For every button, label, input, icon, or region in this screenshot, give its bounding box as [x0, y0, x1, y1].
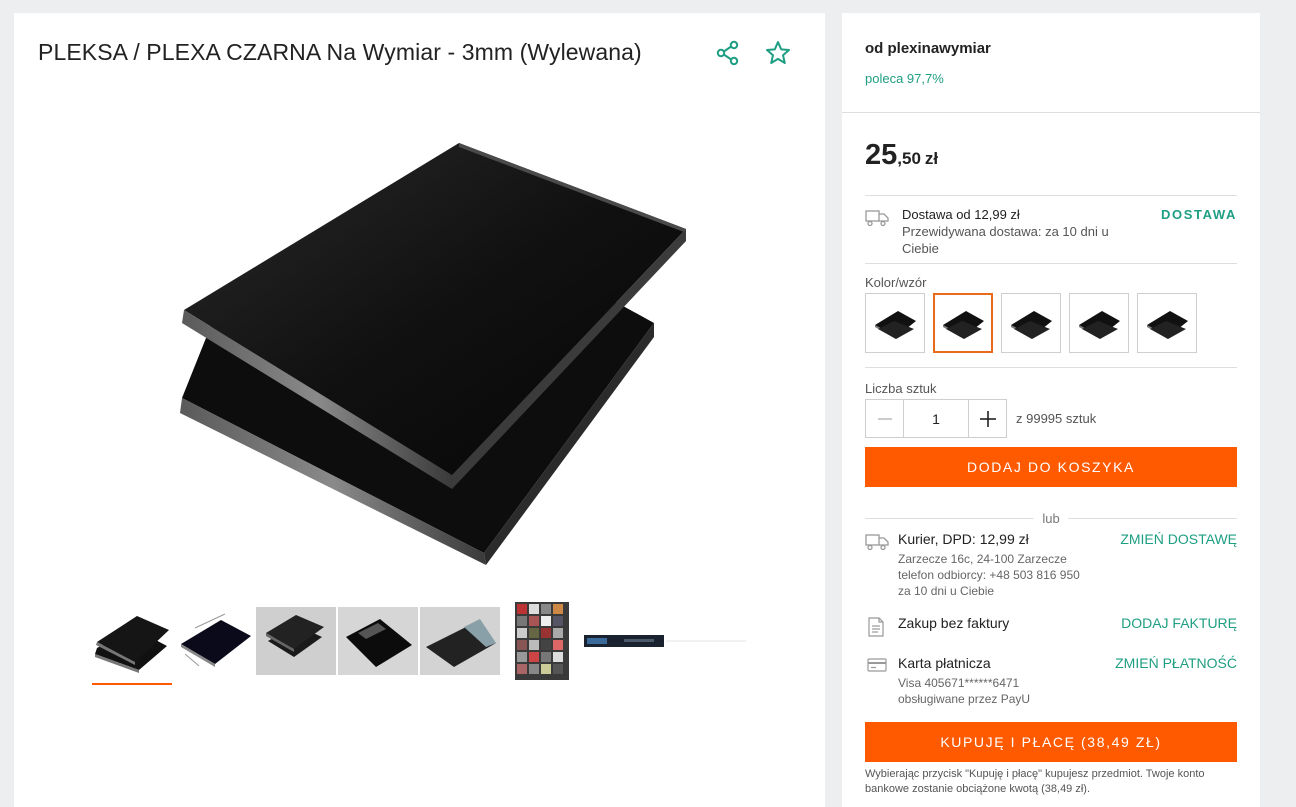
invoice-status: Zakup bez faktury [898, 615, 1010, 631]
shipping-address: Zarzecze 16c, 24-100 Zarzecze [898, 552, 1067, 566]
variant-selector [865, 293, 1197, 353]
thumbnail-8[interactable] [666, 601, 746, 681]
variant-option-3[interactable] [1001, 293, 1061, 353]
invoice-info: Zakup bez faktury DODAJ FAKTURĘ [865, 615, 1237, 637]
truck-icon [865, 209, 889, 232]
star-icon[interactable] [764, 39, 792, 67]
delivery-eta: Przewidywana dostawa: za 10 dni u Ciebie [902, 224, 1109, 256]
quantity-label: Liczba sztuk [865, 381, 937, 396]
variant-option-5[interactable] [1137, 293, 1197, 353]
quantity-input[interactable] [904, 399, 968, 438]
add-invoice-link[interactable]: DODAJ FAKTURĘ [1121, 615, 1237, 631]
variant-option-1[interactable] [865, 293, 925, 353]
price-currency: zł [924, 149, 939, 168]
purchase-panel: od plexinawymiar poleca 97,7% 25,50 zł Do… [842, 13, 1260, 807]
credit-card-icon [867, 657, 887, 678]
price-integer: 25 [865, 139, 898, 171]
title-actions [714, 39, 792, 67]
or-text: lub [1033, 511, 1069, 526]
divider [865, 367, 1237, 368]
shipping-eta: za 10 dni u Ciebie [898, 584, 995, 598]
add-to-cart-button[interactable]: DODAJ DO KOSZYKA [865, 447, 1237, 487]
variant-option-2[interactable] [933, 293, 993, 353]
payment-method: Karta płatnicza [898, 655, 991, 671]
delivery-link[interactable]: DOSTAWA [1161, 207, 1237, 222]
change-delivery-link[interactable]: ZMIEŃ DOSTAWĘ [1120, 531, 1237, 547]
document-icon [868, 617, 884, 642]
share-icon[interactable] [714, 39, 742, 67]
shipping-info: Kurier, DPD: 12,99 zł Zarzecze 16c, 24-1… [865, 531, 1237, 601]
seller-rating[interactable]: poleca 97,7% [865, 71, 944, 86]
stock-available: z 99995 sztuk [1016, 411, 1097, 426]
main-product-image[interactable] [154, 113, 694, 583]
buy-and-pay-button[interactable]: KUPUJĘ I PŁACĘ (38,49 ZŁ) [865, 722, 1237, 762]
thumbnail-6[interactable] [502, 601, 582, 681]
variant-label: Kolor/wzór [865, 275, 927, 290]
payment-provider: obsługiwane przez PayU [898, 692, 1031, 706]
thumbnail-2[interactable] [174, 601, 254, 681]
seller-section: od plexinawymiar poleca 97,7% [842, 13, 1260, 113]
truck-icon [865, 533, 889, 556]
quantity-increase-button[interactable] [968, 399, 1007, 438]
product-gallery-card: PLEKSA / PLEXA CZARNA Na Wymiar - 3mm (W… [14, 13, 825, 807]
shipping-phone: telefon odbiorcy: +48 503 816 950 [898, 568, 1080, 582]
or-separator: lub [865, 511, 1237, 526]
thumbnail-1[interactable] [92, 601, 172, 685]
thumbnail-5[interactable] [420, 601, 500, 681]
price: 25,50 zł [865, 139, 938, 172]
quantity-decrease-button[interactable] [865, 399, 904, 438]
card-number: Visa 405671******6471 [898, 676, 1020, 690]
quantity-stepper: z 99995 sztuk [865, 399, 1096, 438]
thumbnail-4[interactable] [338, 601, 418, 681]
payment-details: Visa 405671******6471 obsługiwane przez … [898, 675, 1108, 707]
thumbnail-7[interactable] [584, 601, 664, 681]
variant-option-4[interactable] [1069, 293, 1129, 353]
shipping-method: Kurier, DPD: 12,99 zł [898, 531, 1029, 547]
delivery-price: Dostawa od 12,99 zł [902, 207, 1020, 222]
divider [865, 263, 1237, 264]
payment-info: Karta płatnicza Visa 405671******6471 ob… [865, 655, 1237, 707]
seller-name[interactable]: od plexinawymiar [865, 40, 991, 57]
divider [865, 195, 1237, 196]
product-title: PLEKSA / PLEXA CZARNA Na Wymiar - 3mm (W… [38, 39, 642, 65]
price-fraction: ,50 [897, 149, 921, 168]
change-payment-link[interactable]: ZMIEŃ PŁATNOŚĆ [1115, 655, 1237, 671]
shipping-details: Zarzecze 16c, 24-100 Zarzecze telefon od… [898, 551, 1108, 599]
purchase-disclaimer: Wybierając przycisk "Kupuję i płacę" kup… [865, 768, 1205, 795]
thumbnail-3[interactable] [256, 601, 336, 681]
thumbnail-strip [92, 601, 746, 685]
